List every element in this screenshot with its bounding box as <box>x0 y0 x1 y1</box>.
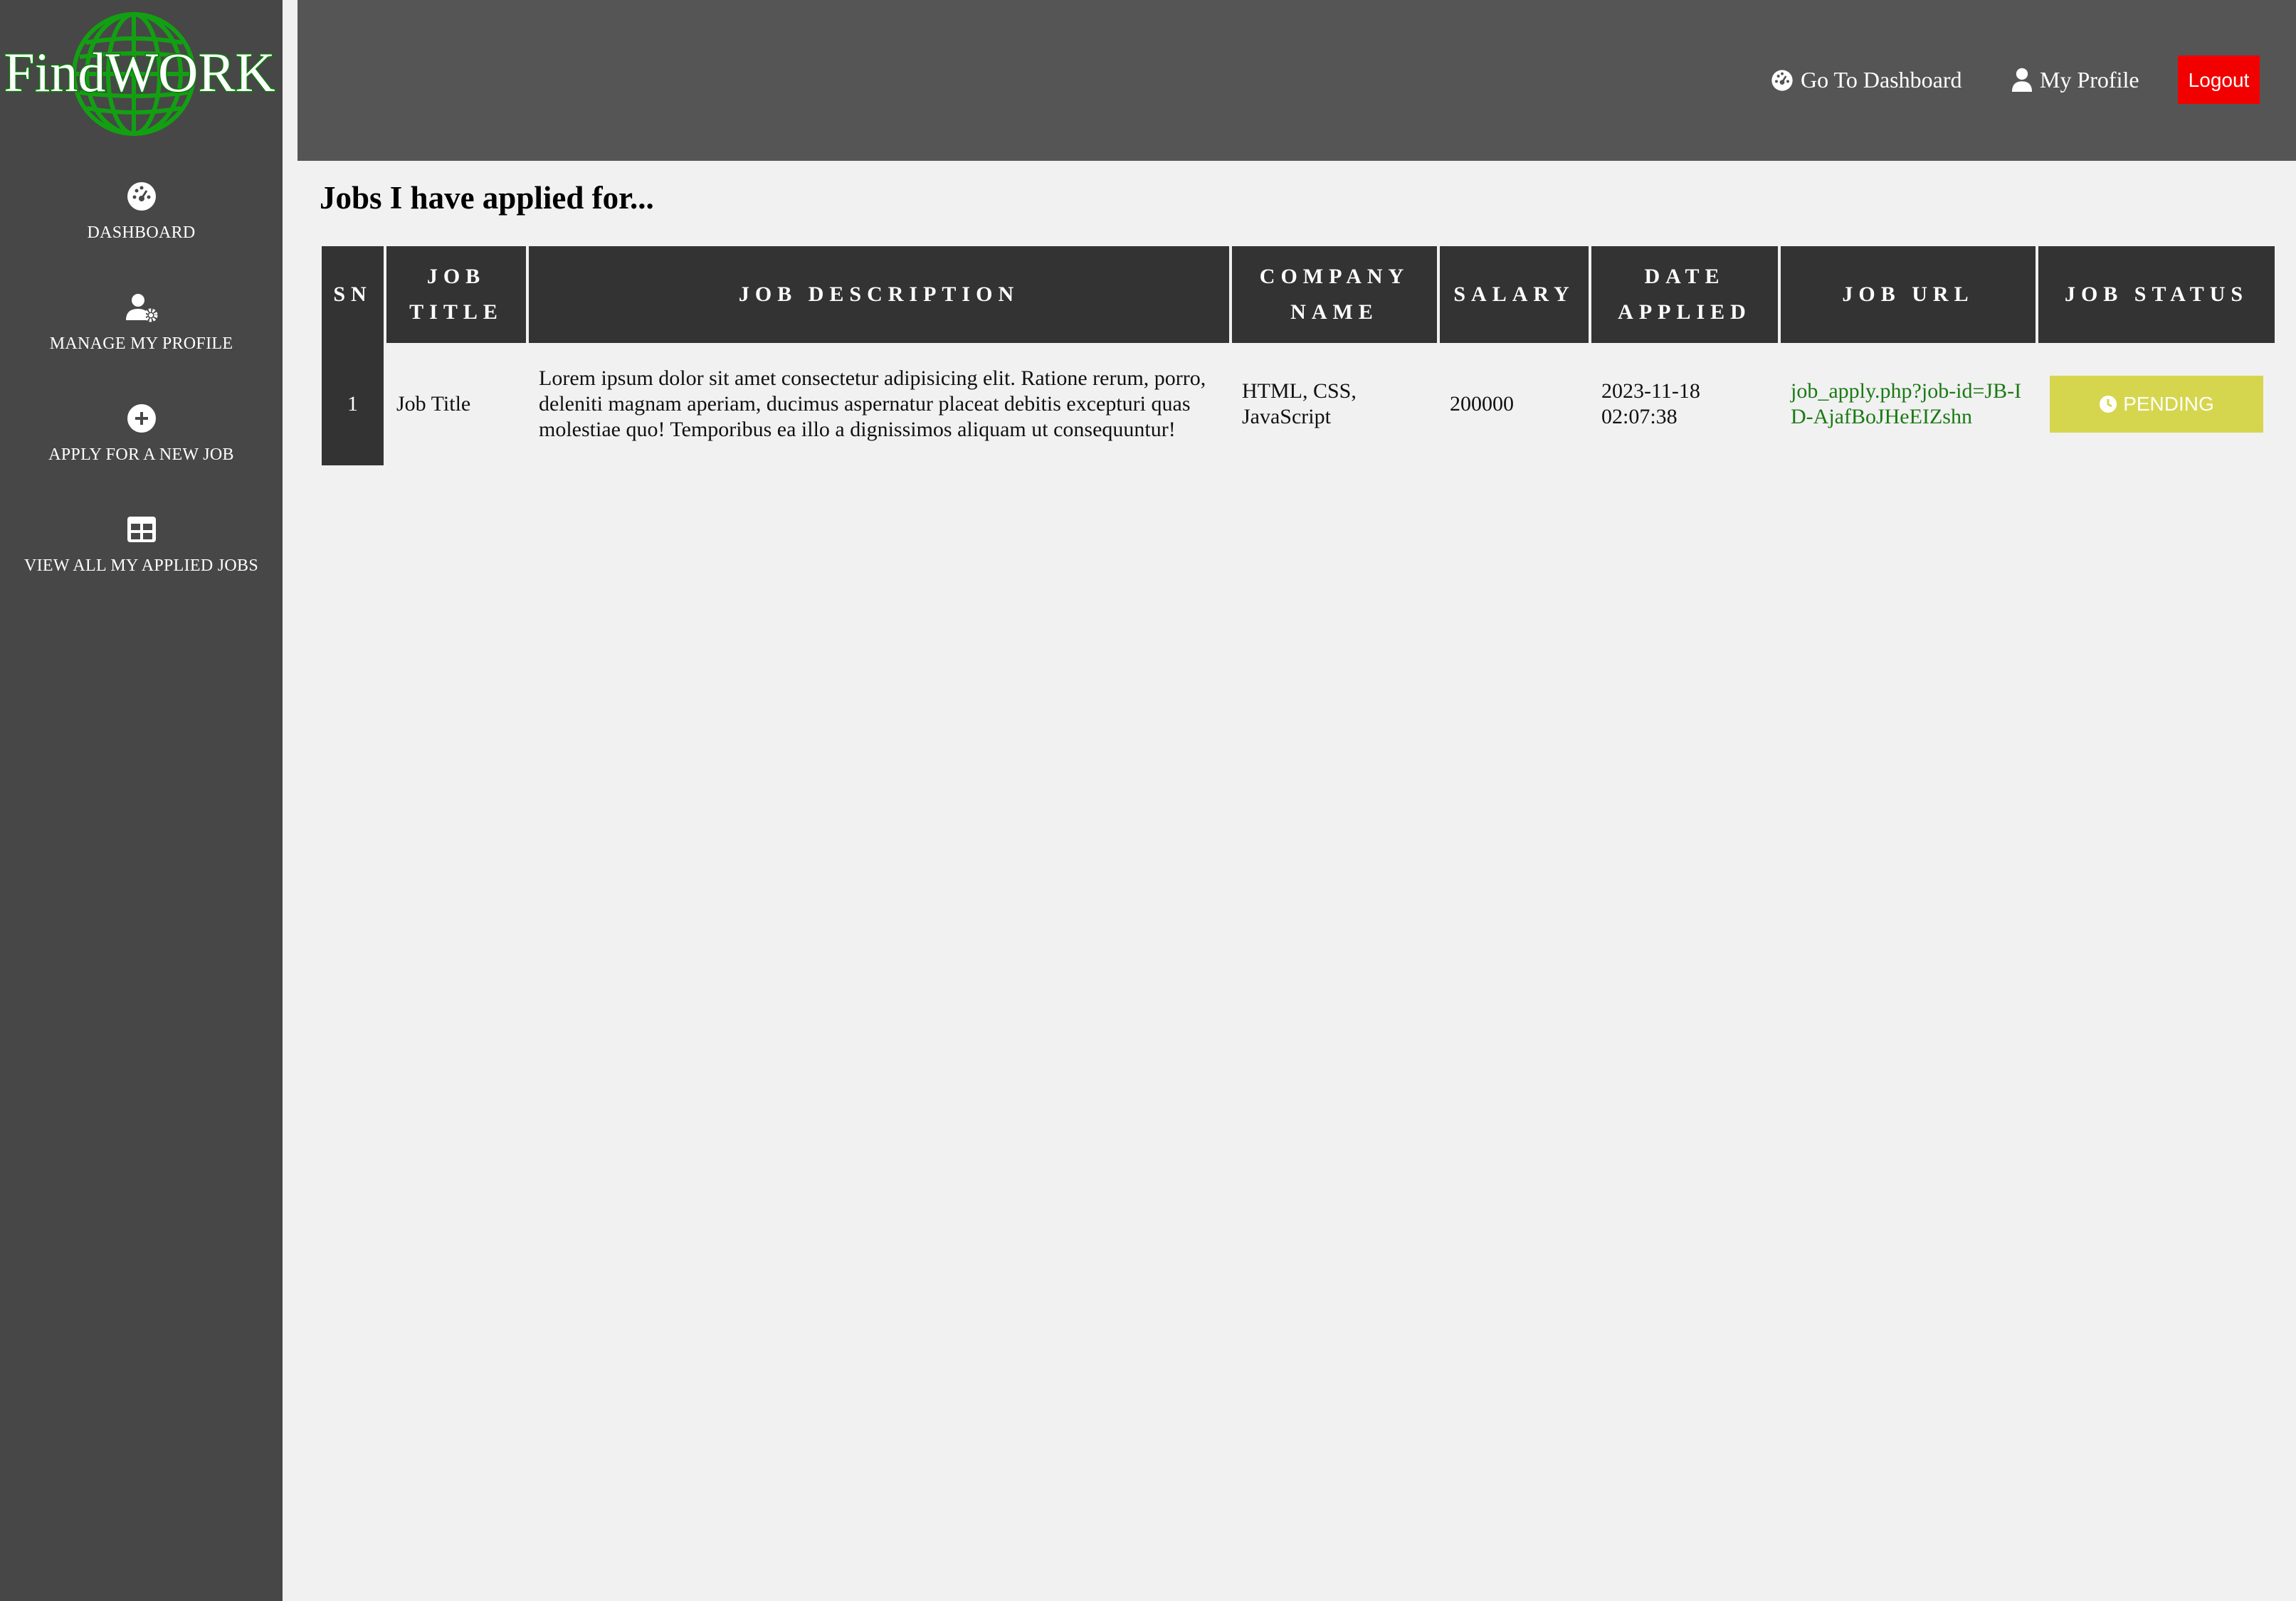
my-profile-link[interactable]: My Profile <box>2011 63 2139 97</box>
gauge-icon <box>1771 70 1793 91</box>
brand-name: FindWORK <box>4 41 275 103</box>
logout-button[interactable]: Logout <box>2178 56 2260 104</box>
go-to-dashboard-link[interactable]: Go To Dashboard <box>1771 63 1961 97</box>
column-header-job-title: JOB TITLE <box>386 246 526 343</box>
sidebar-item-view-applied-jobs[interactable]: VIEW ALL MY APPLIED JOBS <box>0 512 283 598</box>
table-header-row: SN JOB TITLE JOB DESCRIPTION COMPANY NAM… <box>322 246 2275 343</box>
gauge-icon <box>127 182 156 211</box>
column-header-salary: SALARY <box>1440 246 1589 343</box>
sidebar-item-label: MANAGE MY PROFILE <box>49 334 233 353</box>
findwork-logo[interactable]: FindWORK <box>0 0 283 149</box>
status-label: PENDING <box>2123 393 2214 415</box>
sidebar-item-label: APPLY FOR A NEW JOB <box>48 445 234 464</box>
globe-icon: FindWORK <box>3 12 276 136</box>
user-cog-icon <box>125 294 157 322</box>
column-header-job-status: JOB STATUS <box>2038 246 2275 343</box>
user-icon <box>2011 68 2033 92</box>
column-header-company-name: COMPANY NAME <box>1232 246 1437 343</box>
sidebar-item-label: DASHBOARD <box>87 223 196 242</box>
cell-job-title: Job Title <box>396 392 471 416</box>
applied-jobs-table: SN JOB TITLE JOB DESCRIPTION COMPANY NAM… <box>319 246 2277 465</box>
job-url-link[interactable]: job_apply.php?job-id=JB-ID-AjafBoJHeEIZs… <box>1781 343 2036 465</box>
cell-salary: 200000 <box>1450 392 1514 416</box>
cell-date-applied: 2023-11-18 02:07:38 <box>1601 379 1700 428</box>
table-row: 1 Job Title Lorem ipsum dolor sit amet c… <box>322 343 2275 465</box>
sidebar-item-apply-new-job[interactable]: APPLY FOR A NEW JOB <box>0 401 283 487</box>
topbar <box>297 0 2296 161</box>
cell-sn: 1 <box>322 343 384 465</box>
page-title: Jobs I have applied for... <box>320 180 654 216</box>
cell-job-description: Lorem ipsum dolor sit amet consectetur a… <box>539 366 1206 441</box>
cell-job-status: PENDING <box>2038 343 2275 465</box>
status-badge: PENDING <box>2050 376 2263 433</box>
clock-icon <box>2100 396 2117 413</box>
sidebar-item-manage-profile[interactable]: MANAGE MY PROFILE <box>0 290 283 376</box>
table-icon <box>127 517 156 542</box>
my-profile-label: My Profile <box>2040 67 2139 93</box>
sidebar-item-label: VIEW ALL MY APPLIED JOBS <box>24 556 258 575</box>
sidebar-item-dashboard[interactable]: DASHBOARD <box>0 179 283 265</box>
column-header-date-applied: DATE APPLIED <box>1591 246 1778 343</box>
plus-circle-icon <box>127 404 156 433</box>
sidebar: FindWORK DASHBOARD MANAGE MY PROFILE APP… <box>0 0 283 1601</box>
column-header-job-description: JOB DESCRIPTION <box>529 246 1229 343</box>
go-to-dashboard-label: Go To Dashboard <box>1801 67 1962 93</box>
column-header-job-url: JOB URL <box>1781 246 2036 343</box>
column-header-sn: SN <box>322 246 384 343</box>
cell-company-name: HTML, CSS, JavaScript <box>1242 379 1357 428</box>
